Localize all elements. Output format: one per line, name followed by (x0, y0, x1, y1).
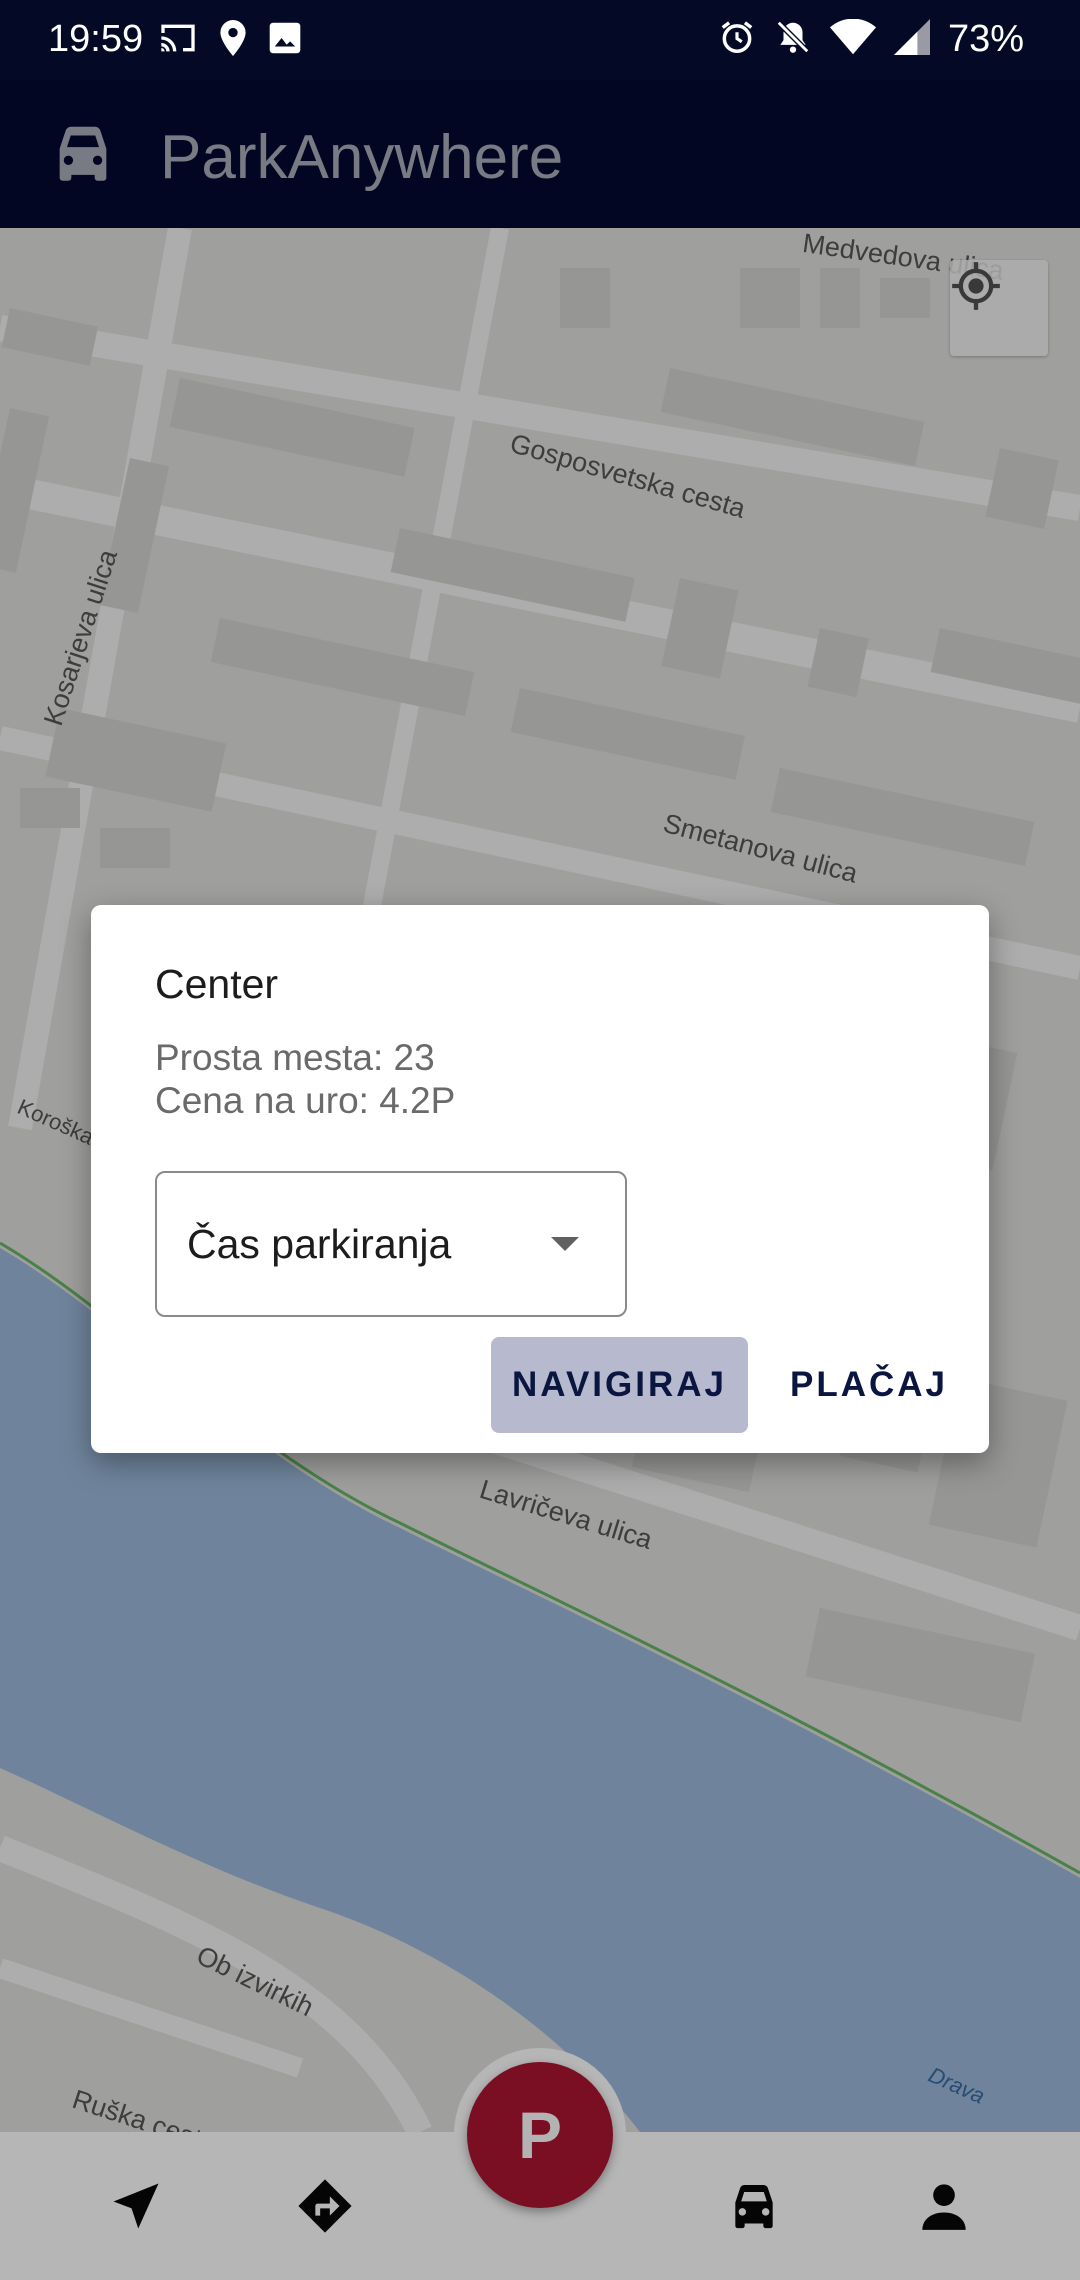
navigate-button[interactable]: NAVIGIRAJ (491, 1337, 748, 1433)
cast-icon (158, 21, 198, 60)
directions-icon[interactable] (295, 2176, 355, 2236)
notifications-off-icon (774, 18, 812, 61)
person-icon[interactable] (914, 2176, 974, 2236)
parking-dialog: Center Prosta mesta: 23 Cena na uro: 4.2… (91, 905, 989, 1453)
free-spots-text: Prosta mesta: 23 (155, 1037, 435, 1078)
alarm-icon (718, 18, 756, 61)
car-icon[interactable] (724, 2176, 784, 2236)
battery-level: 73% (947, 18, 1024, 60)
parking-time-value: Čas parkiranja (187, 1221, 452, 1267)
status-bar: 19:59 73% (0, 0, 1080, 80)
navigation-icon[interactable] (106, 2176, 166, 2236)
parking-time-dropdown[interactable]: Čas parkiranja (155, 1171, 627, 1317)
wifi-icon (829, 18, 876, 60)
status-left-icons (158, 20, 302, 61)
dialog-title: Center (155, 961, 279, 1007)
signal-icon (893, 19, 930, 60)
status-right-icons: 73% (718, 18, 1024, 61)
price-text: Cena na uro: 4.2P (155, 1080, 456, 1121)
image-icon (268, 21, 302, 60)
status-time: 19:59 (48, 18, 144, 60)
location-pin-icon (220, 20, 246, 61)
parking-fab-button[interactable]: P (467, 2062, 613, 2208)
dropdown-arrow-icon (551, 1237, 579, 1251)
pay-button[interactable]: PLAČAJ (769, 1337, 969, 1433)
